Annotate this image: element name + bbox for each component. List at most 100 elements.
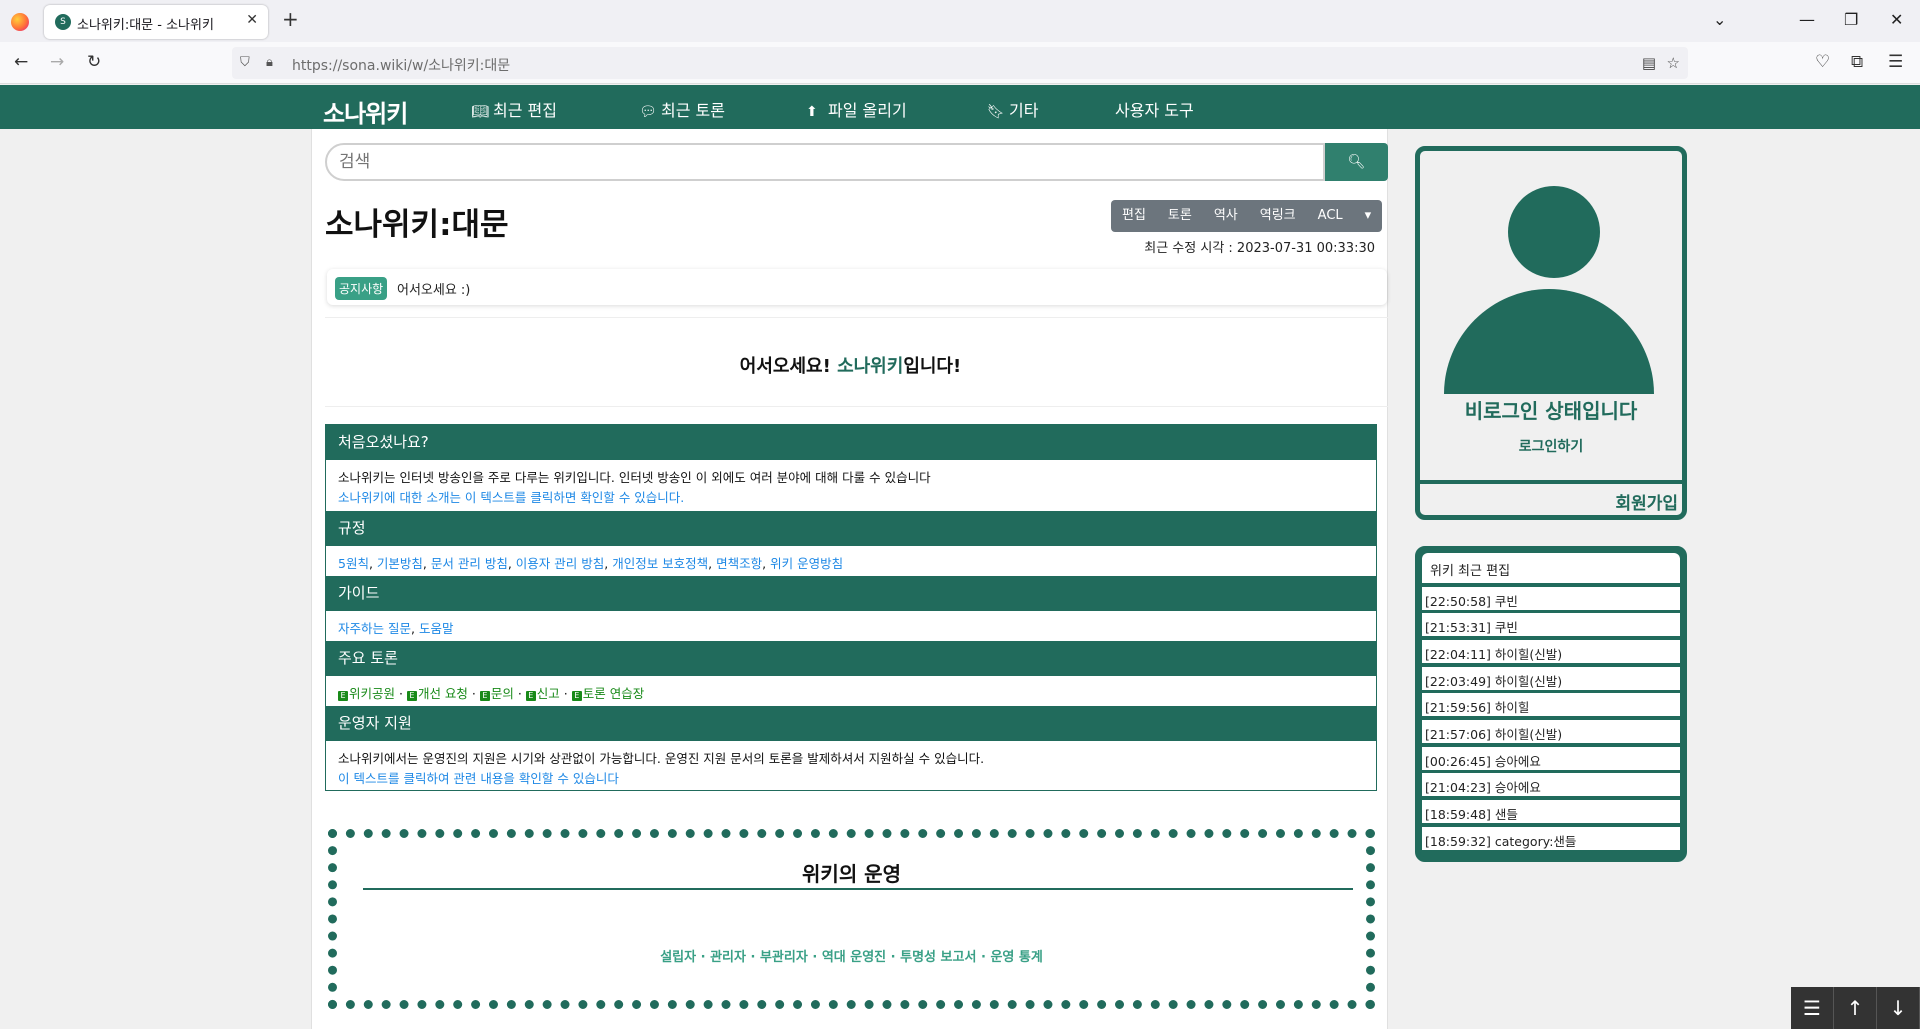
divider	[325, 317, 1388, 318]
backlinks-button[interactable]: 역링크	[1249, 200, 1307, 232]
admin-link[interactable]: 이 텍스트를 클릭하여 관련 내용을 확인할 수 있습니다	[338, 768, 619, 787]
profile-card: 비로그인 상태입니다 로그인하기 회원가입	[1415, 146, 1687, 520]
edit-button[interactable]: 편집	[1111, 200, 1157, 232]
search-button[interactable]: 🔍︎	[1325, 143, 1388, 181]
rule-link[interactable]: 위키 운영방침	[770, 556, 843, 571]
signup-link[interactable]: 회원가입	[1615, 489, 1678, 514]
intro-link[interactable]: 소나위키에 대한 소개는 이 텍스트를 클릭하면 확인할 수 있습니다.	[338, 487, 684, 506]
welcome-highlight: 소나위키	[837, 356, 904, 377]
discussion-links: E 위키공원 · E 개선 요청 · E 문의 · E 신고 · E 토론 연습장	[338, 683, 644, 702]
back-icon[interactable]: ←	[14, 53, 28, 71]
tab-title: 소나위키:대문 - 소나위키	[77, 18, 214, 33]
url-text[interactable]: https://sona.wiki/w/소나위키:대문	[292, 55, 510, 75]
recent-edit-item[interactable]: [22:04:11] 하이힐(신발)	[1422, 640, 1680, 663]
reader-view-icon[interactable]: ▤	[1642, 54, 1656, 72]
rule-link[interactable]: 면책조항	[716, 556, 762, 571]
discussion-button[interactable]: 토론	[1157, 200, 1203, 232]
operations-link[interactable]: 역대 운영진	[822, 950, 886, 965]
restore-icon[interactable]: ❐	[1844, 10, 1858, 29]
url-bar[interactable]: ⛉ 🔒︎ https://sona.wiki/w/소나위키:대문 ▤ ☆	[232, 47, 1688, 79]
new-tab-icon[interactable]: +	[282, 9, 299, 29]
operations-link[interactable]: 운영 통계	[990, 950, 1042, 965]
pocket-icon[interactable]: ♡	[1815, 53, 1830, 71]
profile-divider	[1420, 480, 1682, 484]
recent-edit-item[interactable]: [21:04:23] 승아에요	[1422, 773, 1680, 796]
admin-text: 소나위키에서는 운영진의 지원은 시기와 상관없이 가능합니다. 운영진 지원 …	[338, 751, 985, 766]
acl-button[interactable]: ACL	[1307, 200, 1354, 232]
menu-recent-discussions[interactable]: 💬︎ 최근 토론	[639, 97, 725, 121]
rule-link[interactable]: 이용자 관리 방침	[516, 556, 604, 571]
operations-links: 설립자 · 관리자 · 부관리자 · 역대 운영진 · 투명성 보고서 · 운영…	[660, 950, 1043, 965]
discussion-link[interactable]: 신고	[537, 686, 560, 701]
menu-etc[interactable]: 🔖︎ 기타	[987, 97, 1038, 121]
forward-icon[interactable]: →	[50, 53, 64, 71]
scroll-bottom-icon[interactable]: ↓	[1877, 987, 1920, 1029]
login-status: 비로그인 상태입니다	[1464, 399, 1638, 423]
recent-edit-item[interactable]: [21:57:06] 하이힐(신발)	[1422, 720, 1680, 743]
browser-tab[interactable]: S 소나위키:대문 - 소나위키 ✕	[44, 5, 268, 39]
history-button[interactable]: 역사	[1203, 200, 1249, 232]
welcome-heading: 어서오세요! 소나위키입니다!	[312, 352, 1389, 378]
discussion-link[interactable]: 위키공원	[349, 686, 395, 701]
search-input[interactable]	[325, 143, 1325, 181]
menu-upload-file[interactable]: ⬆ 파일 올리기	[806, 97, 907, 121]
operations-title: 위키의 운영	[802, 862, 901, 886]
search-icon: 🔍︎	[1347, 154, 1366, 170]
discussion-icon: E	[338, 691, 348, 701]
reload-icon[interactable]: ↻	[87, 53, 101, 71]
guide-link[interactable]: 자주하는 질문	[338, 621, 411, 636]
welcome-suffix: 입니다!	[903, 356, 962, 377]
recent-edits-title: 위키 최근 편집	[1422, 553, 1680, 583]
recent-edit-item[interactable]: [22:50:58] 쿠빈	[1422, 587, 1680, 610]
menu-recent-edits[interactable]: 📖︎ 최근 편집	[471, 97, 557, 121]
app-menu-icon[interactable]: ☰	[1888, 53, 1903, 71]
toc-icon[interactable]: ☰	[1791, 987, 1834, 1029]
operations-link[interactable]: 관리자	[710, 950, 746, 965]
discussion-icon: E	[406, 691, 417, 701]
operations-link[interactable]: 투명성 보고서	[900, 950, 976, 965]
avatar	[1508, 186, 1600, 278]
divider	[325, 406, 1388, 407]
close-window-icon[interactable]: ✕	[1890, 10, 1903, 29]
rule-link[interactable]: 5원칙	[338, 556, 369, 571]
shield-icon[interactable]: ⛉	[240, 55, 250, 70]
close-tab-icon[interactable]: ✕	[246, 12, 258, 28]
recent-edit-item[interactable]: [00:26:45] 승아에요	[1422, 747, 1680, 770]
recent-edit-item[interactable]: [21:59:56] 하이힐	[1422, 693, 1680, 716]
rule-link[interactable]: 기본방침	[377, 556, 423, 571]
recent-edit-item[interactable]: [21:53:31] 쿠빈	[1422, 613, 1680, 636]
last-modified: 최근 수정 시각 : 2023-07-31 00:33:30	[1144, 241, 1375, 256]
site-favicon-icon: S	[55, 14, 71, 30]
discussion-link[interactable]: 개선 요청	[418, 686, 468, 701]
recent-edit-item[interactable]: [18:59:32] category:샌들	[1422, 827, 1680, 850]
browser-tabbar: S 소나위키:대문 - 소나위키 ✕ + ⌄ — ❐ ✕	[0, 0, 1920, 42]
guide-link[interactable]: 도움말	[419, 621, 454, 636]
upload-icon: ⬆	[806, 104, 818, 120]
discussion-link[interactable]: 토론 연습장	[583, 686, 644, 701]
menu-label: 파일 올리기	[828, 101, 907, 120]
extensions-icon[interactable]: ⧉	[1851, 53, 1863, 71]
more-dropdown-icon[interactable]: ▾	[1354, 200, 1383, 232]
menu-user-tools[interactable]: 사용자 도구	[1115, 97, 1194, 121]
site-navbar: 소나위키 📖︎ 최근 편집 💬︎ 최근 토론 ⬆ 파일 올리기 🔖︎ 기타 사용자 도구	[0, 85, 1920, 129]
scroll-top-icon[interactable]: ↑	[1834, 987, 1877, 1029]
menu-label: 최근 토론	[661, 101, 725, 120]
operations-link[interactable]: 설립자	[660, 950, 696, 965]
operations-box: 위키의 운영 설립자 · 관리자 · 부관리자 · 역대 운영진 · 투명성 보…	[328, 829, 1375, 1009]
site-logo[interactable]: 소나위키	[323, 94, 408, 129]
lock-icon[interactable]: 🔒︎	[266, 55, 273, 70]
recent-edit-item[interactable]: [18:59:48] 샌들	[1422, 800, 1680, 823]
minimize-icon[interactable]: —	[1799, 10, 1815, 29]
rule-link[interactable]: 개인정보 보호정책	[612, 556, 708, 571]
firefox-icon[interactable]	[11, 13, 29, 31]
login-link[interactable]: 로그인하기	[1420, 436, 1682, 456]
discussion-icon: E	[525, 691, 536, 701]
rule-link[interactable]: 문서 관리 방침	[431, 556, 508, 571]
list-tabs-icon[interactable]: ⌄	[1713, 10, 1726, 29]
bookmark-star-icon[interactable]: ☆	[1667, 54, 1680, 72]
avatar-body	[1444, 289, 1654, 394]
operations-link[interactable]: 부관리자	[760, 950, 808, 965]
recent-edit-item[interactable]: [22:03:49] 하이힐(신발)	[1422, 667, 1680, 690]
notice-badge: 공지사항	[335, 277, 388, 300]
discussion-link[interactable]: 문의	[491, 686, 514, 701]
